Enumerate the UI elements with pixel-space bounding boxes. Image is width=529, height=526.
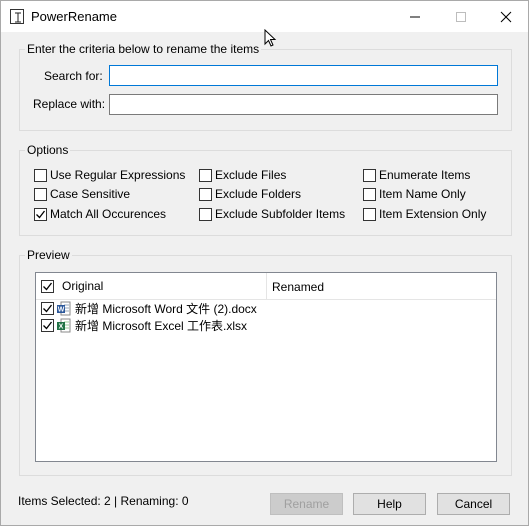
checkbox-checked[interactable] bbox=[41, 279, 54, 293]
checkbox[interactable] bbox=[199, 168, 212, 182]
search-label: Search for: bbox=[44, 69, 103, 83]
help-button[interactable]: Help bbox=[353, 493, 426, 515]
checkbox[interactable] bbox=[34, 187, 47, 201]
option-exclude-subfolder-items[interactable]: Exclude Subfolder Items bbox=[199, 207, 345, 221]
option-match-all-occurences[interactable]: Match All Occurences bbox=[34, 207, 166, 221]
mouse-cursor-icon bbox=[264, 29, 277, 47]
checkbox-checked[interactable] bbox=[41, 319, 54, 332]
options-legend: Options bbox=[25, 143, 71, 157]
checkbox-checked[interactable] bbox=[41, 302, 54, 315]
checkbox[interactable] bbox=[363, 168, 376, 182]
window-title: PowerRename bbox=[31, 9, 117, 24]
checkmark-icon bbox=[36, 210, 46, 218]
checkbox[interactable] bbox=[199, 187, 212, 201]
powerrename-app-icon bbox=[10, 9, 24, 24]
option-item-extension-only[interactable]: Item Extension Only bbox=[363, 207, 486, 221]
checkmark-icon bbox=[43, 304, 53, 313]
checkbox[interactable] bbox=[199, 207, 212, 221]
list-header: Original Renamed bbox=[36, 273, 496, 300]
column-original[interactable]: Original bbox=[62, 279, 103, 293]
excel-file-icon: X bbox=[57, 318, 71, 333]
close-button[interactable] bbox=[483, 1, 529, 32]
row-original-name: 新增 Microsoft Excel 工作表.xlsx bbox=[75, 319, 248, 333]
cancel-button[interactable]: Cancel bbox=[437, 493, 510, 515]
minimize-button[interactable] bbox=[392, 1, 438, 32]
option-case-sensitive[interactable]: Case Sensitive bbox=[34, 187, 130, 201]
option-exclude-files[interactable]: Exclude Files bbox=[199, 168, 286, 182]
checkbox-checked[interactable] bbox=[34, 207, 47, 221]
option-item-name-only[interactable]: Item Name Only bbox=[363, 187, 466, 201]
option-enumerate-items[interactable]: Enumerate Items bbox=[363, 168, 470, 182]
minimize-icon bbox=[410, 16, 420, 17]
checkbox[interactable] bbox=[34, 168, 47, 182]
checkmark-icon bbox=[43, 282, 53, 290]
list-item[interactable]: W 新增 Microsoft Word 文件 (2).docx bbox=[41, 300, 257, 317]
criteria-group bbox=[19, 49, 512, 131]
row-checkbox[interactable] bbox=[41, 319, 57, 332]
option-use-regex[interactable]: Use Regular Expressions bbox=[34, 168, 185, 182]
replace-input[interactable] bbox=[109, 94, 498, 115]
list-item[interactable]: X 新增 Microsoft Excel 工作表.xlsx bbox=[41, 317, 247, 334]
svg-text:W: W bbox=[58, 307, 65, 314]
title-bar: PowerRename bbox=[1, 1, 528, 32]
preview-list[interactable]: Original Renamed W 新增 Microsoft Word 文件 … bbox=[35, 272, 497, 462]
criteria-legend: Enter the criteria below to rename the i… bbox=[25, 42, 262, 56]
maximize-button[interactable] bbox=[438, 1, 484, 32]
option-exclude-folders[interactable]: Exclude Folders bbox=[199, 187, 301, 201]
select-all-checkbox[interactable]: Original bbox=[41, 279, 103, 293]
status-text: Items Selected: 2 | Renaming: 0 bbox=[18, 494, 189, 508]
row-checkbox[interactable] bbox=[41, 302, 57, 315]
row-original-name: 新增 Microsoft Word 文件 (2).docx bbox=[75, 302, 257, 316]
checkbox[interactable] bbox=[363, 187, 376, 201]
close-icon bbox=[500, 11, 512, 22]
column-renamed[interactable]: Renamed bbox=[272, 280, 324, 294]
search-input[interactable] bbox=[109, 65, 498, 86]
column-divider[interactable] bbox=[266, 273, 267, 300]
replace-label: Replace with: bbox=[33, 97, 106, 111]
word-file-icon: W bbox=[57, 301, 71, 316]
powerrename-window: PowerRename Enter the criteria below to … bbox=[0, 0, 529, 526]
checkmark-icon bbox=[43, 321, 53, 330]
svg-text:X: X bbox=[59, 324, 64, 331]
checkbox[interactable] bbox=[363, 207, 376, 221]
preview-legend: Preview bbox=[25, 248, 72, 262]
rename-button[interactable]: Rename bbox=[270, 493, 343, 515]
maximize-icon bbox=[456, 11, 466, 22]
